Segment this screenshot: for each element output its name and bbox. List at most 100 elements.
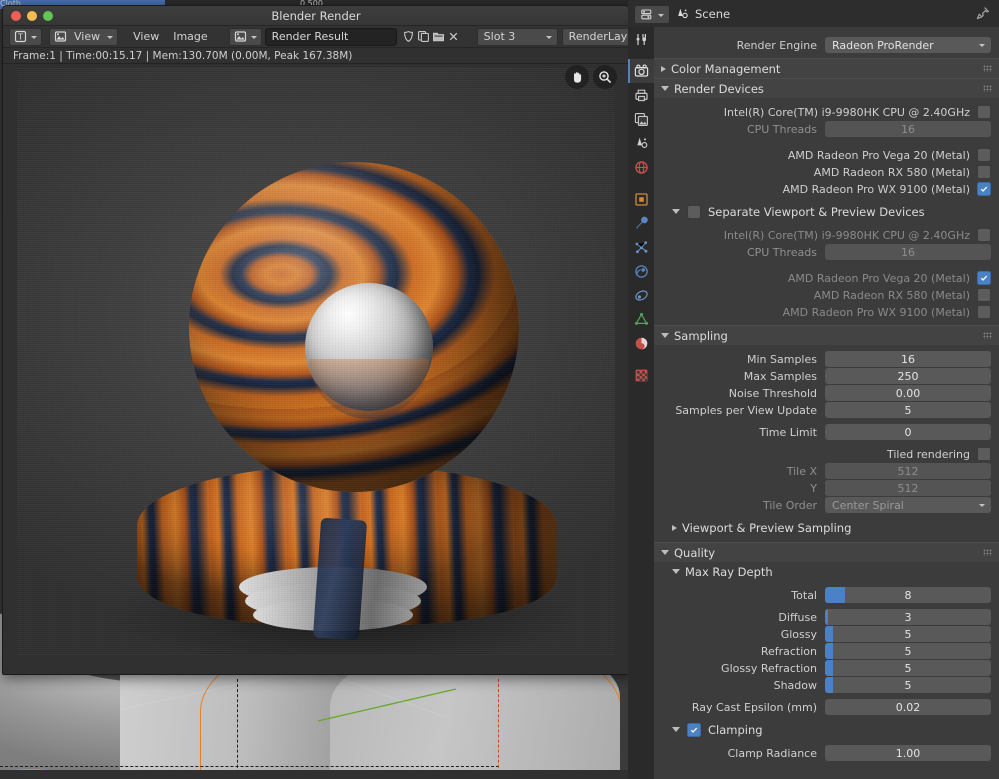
sidebar-item-material[interactable] [628, 331, 654, 355]
min-samples-field[interactable]: 16 [825, 351, 991, 367]
max-samples-field[interactable]: 250 [825, 368, 991, 384]
noise-threshold-field[interactable]: 0.00 [825, 385, 991, 401]
device-checkbox[interactable] [977, 182, 991, 196]
blender-render-window[interactable]: Blender Render T View View Image Render … [2, 5, 630, 675]
cpu-threads-field[interactable]: 16 [825, 121, 991, 137]
sidebar-item-texture[interactable] [628, 363, 654, 387]
sidebar-item-physics[interactable] [628, 259, 654, 283]
render-engine-dropdown[interactable]: Radeon ProRender [825, 37, 991, 53]
samples-per-view-update-row[interactable]: Samples per View Update 5 [662, 402, 991, 418]
device-checkbox[interactable] [977, 228, 991, 242]
image-name-field[interactable]: Render Result [264, 27, 397, 46]
noise-threshold-row[interactable]: Noise Threshold 0.00 [662, 385, 991, 401]
tiled-rendering-row[interactable]: Tiled rendering [662, 446, 991, 462]
menu-view[interactable]: View [126, 30, 166, 43]
separate-device-row-gpu[interactable]: AMD Radeon Pro WX 9100 (Metal) [662, 304, 991, 320]
zoom-in-icon[interactable] [593, 65, 617, 89]
cpu-threads-row[interactable]: CPU Threads 16 [662, 121, 991, 137]
render-result-canvas[interactable] [3, 64, 629, 674]
panel-header-sampling[interactable]: Sampling [654, 325, 999, 345]
tile-x-row[interactable]: Tile X 512 [662, 463, 991, 479]
sidebar-item-output[interactable] [628, 83, 654, 107]
panel-header-render-devices[interactable]: Render Devices [654, 78, 999, 98]
ray-depth-total-slider[interactable]: 8 [825, 587, 991, 603]
sidebar-item-tool[interactable] [628, 27, 654, 51]
sidebar-item-scene[interactable] [628, 131, 654, 155]
shield-icon[interactable] [401, 29, 416, 44]
render-window-titlebar[interactable]: Blender Render [3, 6, 629, 26]
ray-depth-diffuse-row[interactable]: Diffuse 3 [662, 609, 991, 625]
tile-y-field[interactable]: 512 [825, 480, 991, 496]
sidebar-item-world[interactable] [628, 155, 654, 179]
sidebar-item-constraints[interactable] [628, 283, 654, 307]
panel-header-color-management[interactable]: Color Management [654, 58, 999, 78]
panel-header-viewport-preview-sampling[interactable]: Viewport & Preview Sampling [654, 518, 999, 537]
properties-editor[interactable]: Scene Render Engine Radeon ProRender Col… [628, 0, 999, 779]
device-checkbox[interactable] [977, 105, 991, 119]
separate-cpu-threads-row[interactable]: CPU Threads 16 [662, 244, 991, 260]
clamp-radiance-row[interactable]: Clamp Radiance 1.00 [662, 745, 991, 761]
ray-depth-shadow-row[interactable]: Shadow 5 [662, 677, 991, 693]
render-engine-row[interactable]: Render Engine Radeon ProRender [662, 37, 991, 53]
clamp-radiance-field[interactable]: 1.00 [825, 745, 991, 761]
sidebar-item-particles[interactable] [628, 235, 654, 259]
separate-device-row-cpu[interactable]: Intel(R) Core(TM) i9-9980HK CPU @ 2.40GH… [662, 227, 991, 243]
panel-header-separate-devices[interactable]: Separate Viewport & Preview Devices [654, 202, 999, 221]
sidebar-item-view-layer[interactable] [628, 107, 654, 131]
tile-y-row[interactable]: Y 512 [662, 480, 991, 496]
copy-icon[interactable] [416, 29, 431, 44]
cpu-threads-field[interactable]: 16 [825, 244, 991, 260]
ray-depth-glossy-row[interactable]: Glossy 5 [662, 626, 991, 642]
folder-icon[interactable] [431, 29, 446, 44]
clamping-checkbox[interactable] [687, 722, 701, 737]
render-slot-dropdown[interactable]: Slot 3 [476, 27, 558, 46]
ray-cast-epsilon-field[interactable]: 0.02 [825, 699, 991, 715]
properties-tab-strip[interactable] [628, 27, 654, 779]
ray-cast-epsilon-row[interactable]: Ray Cast Epsilon (mm) 0.02 [662, 699, 991, 715]
device-checkbox[interactable] [977, 165, 991, 179]
ray-depth-total-row[interactable]: Total 8 [662, 587, 991, 603]
ray-depth-shadow-slider[interactable]: 5 [825, 677, 991, 693]
time-limit-row[interactable]: Time Limit 0 [662, 424, 991, 440]
panel-header-quality[interactable]: Quality [654, 542, 999, 562]
panel-header-max-ray-depth[interactable]: Max Ray Depth [654, 562, 999, 581]
device-row-gpu[interactable]: AMD Radeon Pro WX 9100 (Metal) [662, 181, 991, 197]
tiled-rendering-checkbox[interactable] [977, 447, 991, 461]
separate-device-row-gpu[interactable]: AMD Radeon RX 580 (Metal) [662, 287, 991, 303]
sidebar-item-render[interactable] [628, 59, 654, 83]
image-editor-mode-button[interactable]: View [49, 27, 119, 46]
viewport-overlay-buttons[interactable] [565, 65, 617, 89]
device-row-gpu[interactable]: AMD Radeon Pro Vega 20 (Metal) [662, 147, 991, 163]
pin-icon[interactable] [976, 6, 990, 20]
ray-depth-glossy-slider[interactable]: 5 [825, 626, 991, 642]
pan-hand-icon[interactable] [565, 65, 589, 89]
device-checkbox[interactable] [977, 271, 991, 285]
sidebar-item-object-data[interactable] [628, 307, 654, 331]
ray-depth-glossy-refraction-slider[interactable]: 5 [825, 660, 991, 676]
ray-depth-refraction-slider[interactable]: 5 [825, 643, 991, 659]
device-row-cpu[interactable]: Intel(R) Core(TM) i9-9980HK CPU @ 2.40GH… [662, 104, 991, 120]
image-browse-button[interactable] [228, 27, 262, 46]
device-checkbox[interactable] [977, 305, 991, 319]
ray-depth-refraction-row[interactable]: Refraction 5 [662, 643, 991, 659]
editor-type-button[interactable]: T [9, 27, 42, 46]
ray-depth-diffuse-slider[interactable]: 3 [825, 609, 991, 625]
properties-header[interactable]: Scene [628, 0, 999, 28]
tile-order-dropdown[interactable]: Center Spiral [825, 497, 991, 513]
device-checkbox[interactable] [977, 148, 991, 162]
min-samples-row[interactable]: Min Samples 16 [662, 351, 991, 367]
max-samples-row[interactable]: Max Samples 250 [662, 368, 991, 384]
editor-type-button[interactable] [634, 5, 670, 24]
properties-panel-body[interactable]: Render Engine Radeon ProRender Color Man… [654, 27, 999, 779]
sidebar-item-modifiers[interactable] [628, 211, 654, 235]
separate-device-row-gpu[interactable]: AMD Radeon Pro Vega 20 (Metal) [662, 270, 991, 286]
device-checkbox[interactable] [977, 288, 991, 302]
tile-x-field[interactable]: 512 [825, 463, 991, 479]
x-icon[interactable] [446, 29, 461, 44]
time-limit-field[interactable]: 0 [825, 424, 991, 440]
ray-depth-glossy-refraction-row[interactable]: Glossy Refraction 5 [662, 660, 991, 676]
sidebar-item-object[interactable] [628, 187, 654, 211]
device-row-gpu[interactable]: AMD Radeon RX 580 (Metal) [662, 164, 991, 180]
tile-order-row[interactable]: Tile Order Center Spiral [662, 497, 991, 513]
image-editor-toolbar[interactable]: T View View Image Render Result Slot 3 R… [3, 26, 629, 48]
